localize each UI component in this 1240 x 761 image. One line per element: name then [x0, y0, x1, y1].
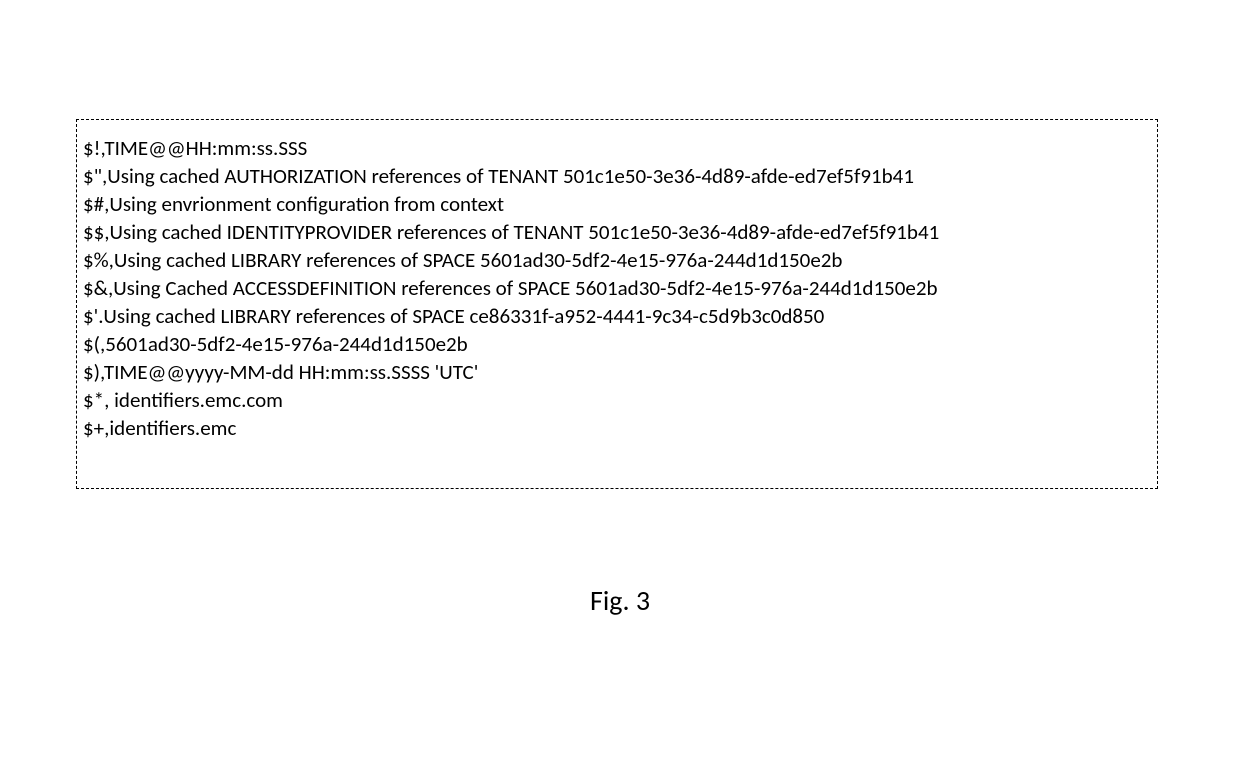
code-line: $'.Using cached LIBRARY references of SP…: [83, 302, 1151, 330]
code-line: $#,Using envrionment configuration from …: [83, 190, 1151, 218]
code-line: $),TIME@@yyyy-MM-dd HH:mm:ss.SSSS 'UTC': [83, 358, 1151, 386]
figure-label: Fig. 3: [0, 583, 1240, 618]
code-line: $&,Using Cached ACCESSDEFINITION referen…: [83, 274, 1151, 302]
code-line: $",Using cached AUTHORIZATION references…: [83, 162, 1151, 190]
code-frame: $!,TIME@@HH:mm:ss.SSS $",Using cached AU…: [76, 119, 1158, 489]
code-line: $!,TIME@@HH:mm:ss.SSS: [83, 134, 1151, 162]
code-line: $%,Using cached LIBRARY references of SP…: [83, 246, 1151, 274]
code-line: $(,5601ad30-5df2-4e15-976a-244d1d150e2b: [83, 330, 1151, 358]
code-line: $+,identifiers.emc: [83, 414, 1151, 442]
code-line: $*, identifiers.emc.com: [83, 386, 1151, 414]
code-line: $$,Using cached IDENTITYPROVIDER referen…: [83, 218, 1151, 246]
